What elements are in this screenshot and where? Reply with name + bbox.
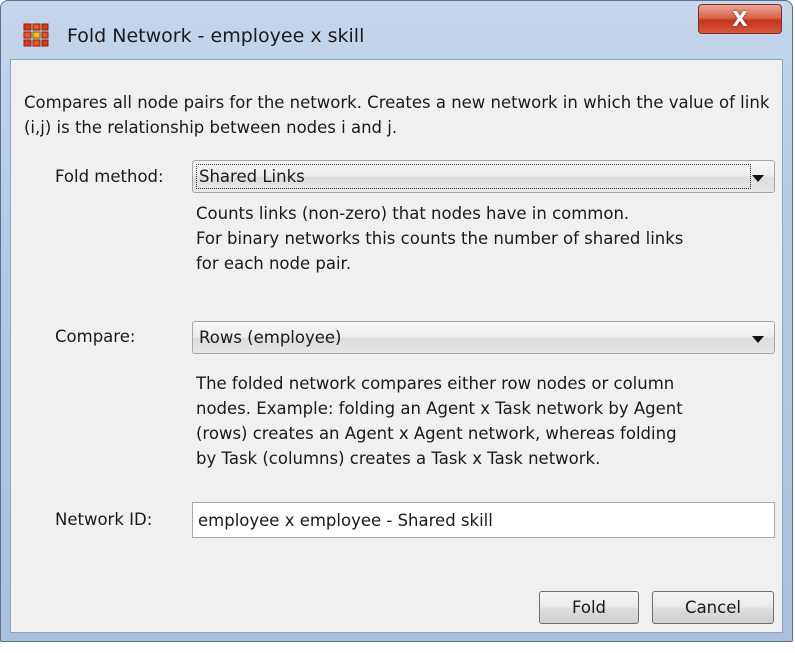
network-id-input[interactable]	[192, 502, 775, 538]
help-line: by Task (columns) creates a Task x Task …	[196, 449, 601, 468]
dialog-body: Compares all node pairs for the network.…	[10, 59, 783, 633]
chevron-down-icon[interactable]	[752, 175, 764, 182]
cancel-button[interactable]: Cancel	[652, 591, 774, 624]
fold-network-dialog: Fold Network - employee x skill X Compar…	[0, 0, 793, 642]
help-line: The folded network compares either row n…	[196, 374, 675, 393]
network-id-label: Network ID:	[55, 510, 153, 529]
fold-method-dropdown[interactable]: Shared Links	[192, 160, 775, 193]
compare-dropdown[interactable]: Rows (employee)	[192, 321, 775, 354]
network-grid-icon	[23, 23, 49, 47]
dialog-description: Compares all node pairs for the network.…	[24, 93, 770, 137]
title-bar[interactable]: Fold Network - employee x skill X	[1, 1, 792, 55]
fold-button[interactable]: Fold	[539, 591, 639, 624]
compare-value: Rows (employee)	[199, 328, 342, 347]
close-button[interactable]: X	[698, 4, 782, 34]
window-title: Fold Network - employee x skill	[67, 25, 365, 47]
fold-method-help: Counts links (non-zero) that nodes have …	[196, 201, 776, 276]
chevron-down-icon[interactable]	[752, 336, 764, 343]
help-line: nodes. Example: folding an Agent x Task …	[196, 399, 683, 418]
close-icon: X	[732, 7, 748, 31]
fold-method-label: Fold method:	[55, 167, 164, 186]
compare-label: Compare:	[55, 327, 136, 346]
help-line: Counts links (non-zero) that nodes have …	[196, 204, 630, 223]
help-line: for each node pair.	[196, 254, 352, 273]
help-line: For binary networks this counts the numb…	[196, 229, 684, 248]
compare-help: The folded network compares either row n…	[196, 371, 776, 471]
fold-method-value: Shared Links	[199, 167, 305, 186]
help-line: (rows) creates an Agent x Agent network,…	[196, 424, 677, 443]
